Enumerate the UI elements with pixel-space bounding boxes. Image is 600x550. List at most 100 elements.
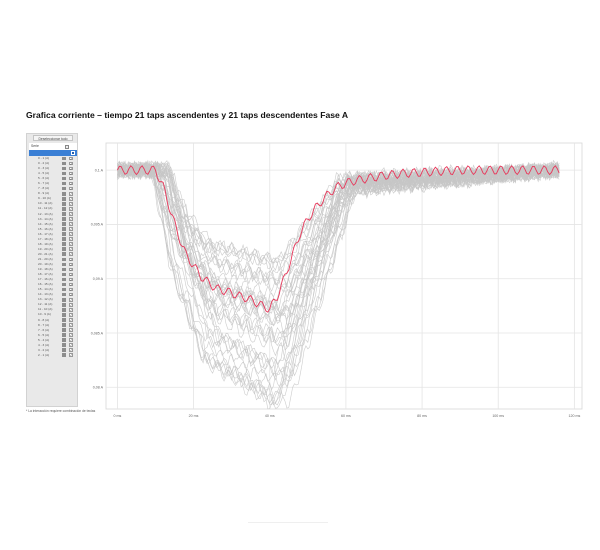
- x-tick-label: 20 ms: [189, 414, 199, 418]
- series-color-swatch: [62, 252, 66, 257]
- series-checkbox[interactable]: ✓: [69, 287, 73, 292]
- series-list-item[interactable]: 2 - 1 (A) ✓: [29, 353, 77, 358]
- series-color-swatch: [62, 267, 66, 272]
- series-checkbox[interactable]: ✓: [69, 156, 73, 161]
- x-tick-label: 60 ms: [341, 414, 351, 418]
- series-color-swatch: [62, 247, 66, 252]
- series-checkbox[interactable]: ✓: [69, 302, 73, 307]
- series-checkbox[interactable]: ✓: [69, 323, 73, 327]
- series-color-swatch: [62, 323, 66, 327]
- series-checkbox[interactable]: ✓: [69, 282, 73, 287]
- y-tick-label: 0,09 A: [93, 277, 104, 281]
- series-color-swatch: [62, 171, 66, 176]
- series-checkbox[interactable]: ✓: [69, 338, 73, 342]
- series-color-swatch: [62, 292, 66, 297]
- y-tick-label: 0,085 A: [91, 331, 104, 335]
- series-header-label: Serie: [31, 144, 39, 148]
- series-color-swatch: [62, 212, 66, 216]
- series-color-swatch: [62, 227, 66, 231]
- series-color-swatch: [62, 196, 66, 201]
- series-color-swatch: [62, 297, 66, 302]
- y-tick-label: 0,095 A: [91, 223, 104, 227]
- series-checkbox[interactable]: ✓: [69, 348, 73, 352]
- series-checkbox[interactable]: ✓: [69, 196, 73, 201]
- series-color-swatch: [62, 191, 66, 196]
- series-color-swatch: [62, 308, 66, 312]
- series-color-swatch: [62, 353, 66, 358]
- series-color-swatch: [62, 328, 66, 332]
- series-checkbox[interactable]: ✓: [69, 313, 73, 317]
- chart-title: Grafica corriente – tiempo 21 taps ascen…: [26, 110, 349, 120]
- series-color-swatch: [62, 222, 66, 226]
- series-checkbox[interactable]: ✓: [69, 353, 73, 358]
- series-color-swatch: [62, 237, 66, 241]
- series-checkbox[interactable]: ✓: [69, 292, 73, 297]
- series-color-swatch: [62, 232, 66, 236]
- series-color-swatch: [62, 313, 66, 317]
- series-color-swatch: [62, 176, 66, 181]
- series-color-swatch: [62, 202, 66, 206]
- series-checkbox[interactable]: ✓: [69, 176, 73, 181]
- series-checkbox[interactable]: ✓: [69, 267, 73, 272]
- series-checkbox[interactable]: ✓: [69, 333, 73, 337]
- line-chart[interactable]: 0 ms 20 ms 40 ms 60 ms 80 ms 100 ms 120 ms 0,1 …: [86, 131, 586, 418]
- series-color-swatch: [62, 348, 66, 352]
- series-color-swatch: [62, 338, 66, 342]
- series-checkbox[interactable]: ✓: [69, 237, 73, 241]
- series-item-label: 2 - 1 (A): [38, 352, 50, 357]
- series-checkbox[interactable]: ✓: [69, 181, 73, 186]
- series-checkbox[interactable]: ✓: [69, 297, 73, 302]
- selected-series-checkbox[interactable]: [71, 150, 75, 155]
- series-checkbox[interactable]: ✓: [69, 232, 73, 236]
- footer-divider: [248, 522, 328, 523]
- series-color-swatch: [62, 257, 66, 262]
- series-checkbox[interactable]: ✓: [69, 212, 73, 216]
- series-checkbox[interactable]: ✓: [69, 262, 73, 267]
- series-color-swatch: [62, 156, 66, 161]
- series-checkbox[interactable]: ✓: [69, 171, 73, 176]
- series-checkbox[interactable]: ✓: [69, 257, 73, 262]
- series-color-swatch: [62, 277, 66, 282]
- series-color-swatch: [62, 166, 66, 171]
- series-checkbox[interactable]: ✓: [69, 161, 73, 166]
- series-color-swatch: [62, 217, 66, 221]
- series-checkbox[interactable]: ✓: [69, 328, 73, 332]
- series-color-swatch: [62, 186, 66, 191]
- series-checkbox[interactable]: ✓: [69, 166, 73, 171]
- series-checkbox[interactable]: ✓: [69, 242, 73, 246]
- x-tick-label: 120 ms: [568, 414, 580, 418]
- series-color-swatch: [62, 343, 66, 347]
- series-checkbox[interactable]: ✓: [69, 252, 73, 257]
- series-color-swatch: [62, 333, 66, 337]
- series-color-swatch: [62, 318, 66, 322]
- x-tick-label: 80 ms: [417, 414, 427, 418]
- series-color-swatch: [62, 161, 66, 166]
- series-checkbox[interactable]: ✓: [69, 308, 73, 312]
- series-color-swatch: [62, 272, 66, 277]
- series-checkbox[interactable]: ✓: [69, 217, 73, 221]
- selected-series-row[interactable]: [29, 150, 77, 156]
- series-checkbox[interactable]: ✓: [69, 318, 73, 322]
- series-checkbox[interactable]: ✓: [69, 277, 73, 282]
- series-checkbox[interactable]: ✓: [69, 202, 73, 206]
- series-color-swatch: [62, 282, 66, 287]
- series-checkbox[interactable]: ✓: [69, 186, 73, 191]
- x-tick-label: 100 ms: [492, 414, 504, 418]
- series-list: 0 - 1 (A) ✓ 0 - 2 (A) ✓ 0 - 3 (A) ✓ 4 - 5 (A) ✓…: [29, 156, 77, 358]
- series-color-swatch: [62, 262, 66, 267]
- header-checkbox[interactable]: [65, 144, 69, 149]
- series-checkbox[interactable]: ✓: [69, 191, 73, 196]
- series-color-swatch: [62, 302, 66, 307]
- series-checkbox[interactable]: ✓: [69, 207, 73, 211]
- series-checkbox[interactable]: ✓: [69, 222, 73, 226]
- x-tick-label: 40 ms: [265, 414, 275, 418]
- series-checkbox[interactable]: ✓: [69, 247, 73, 252]
- series-checkbox[interactable]: ✓: [69, 343, 73, 347]
- interaction-note: * La interacción requiere combinación de…: [26, 409, 96, 413]
- x-tick-label: 0 ms: [114, 414, 122, 418]
- series-checkbox[interactable]: ✓: [69, 272, 73, 277]
- series-checkbox[interactable]: ✓: [69, 227, 73, 231]
- deselect-all-button[interactable]: Deseleccionar todo: [33, 135, 73, 141]
- y-tick-label: 0,08 A: [93, 386, 104, 390]
- y-tick-label: 0,1 A: [95, 168, 104, 172]
